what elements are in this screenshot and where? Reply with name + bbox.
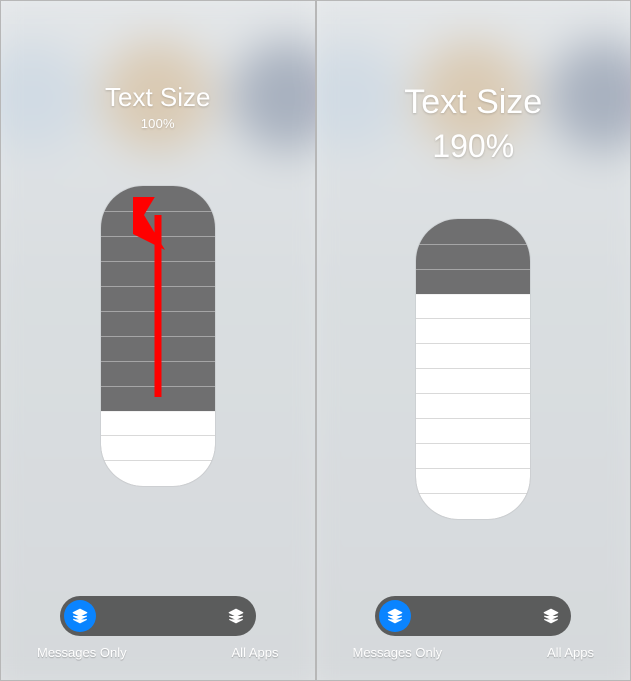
messages-only-option[interactable]	[64, 600, 96, 632]
percent-readout: 190%	[404, 128, 542, 165]
title-text: Text Size	[404, 83, 542, 122]
all-apps-option[interactable]	[535, 600, 567, 632]
stack-icon	[72, 608, 88, 624]
screenshot-left: Text Size 100%	[0, 0, 316, 681]
all-apps-label: All Apps	[232, 645, 279, 660]
scope-toggle[interactable]	[375, 596, 571, 636]
all-apps-option[interactable]	[220, 600, 252, 632]
all-apps-label: All Apps	[547, 645, 594, 660]
text-size-slider[interactable]	[101, 186, 215, 486]
stack-icon	[543, 608, 559, 624]
text-size-slider[interactable]	[416, 219, 530, 519]
scope-toggle[interactable]	[60, 596, 256, 636]
title-text: Text Size	[105, 83, 211, 113]
toggle-labels: Messages Only All Apps	[1, 645, 315, 660]
messages-only-label: Messages Only	[37, 645, 127, 660]
slider-fill	[101, 411, 215, 486]
text-size-heading: Text Size 100%	[105, 83, 211, 132]
screenshot-right: Text Size 190%	[316, 0, 631, 681]
stack-icon	[387, 608, 403, 624]
percent-readout: 100%	[105, 117, 211, 132]
stack-icon	[228, 608, 244, 624]
messages-only-option[interactable]	[379, 600, 411, 632]
slider-fill	[416, 294, 530, 519]
toggle-labels: Messages Only All Apps	[317, 645, 631, 660]
text-size-heading: Text Size 190%	[404, 83, 542, 165]
messages-only-label: Messages Only	[353, 645, 443, 660]
